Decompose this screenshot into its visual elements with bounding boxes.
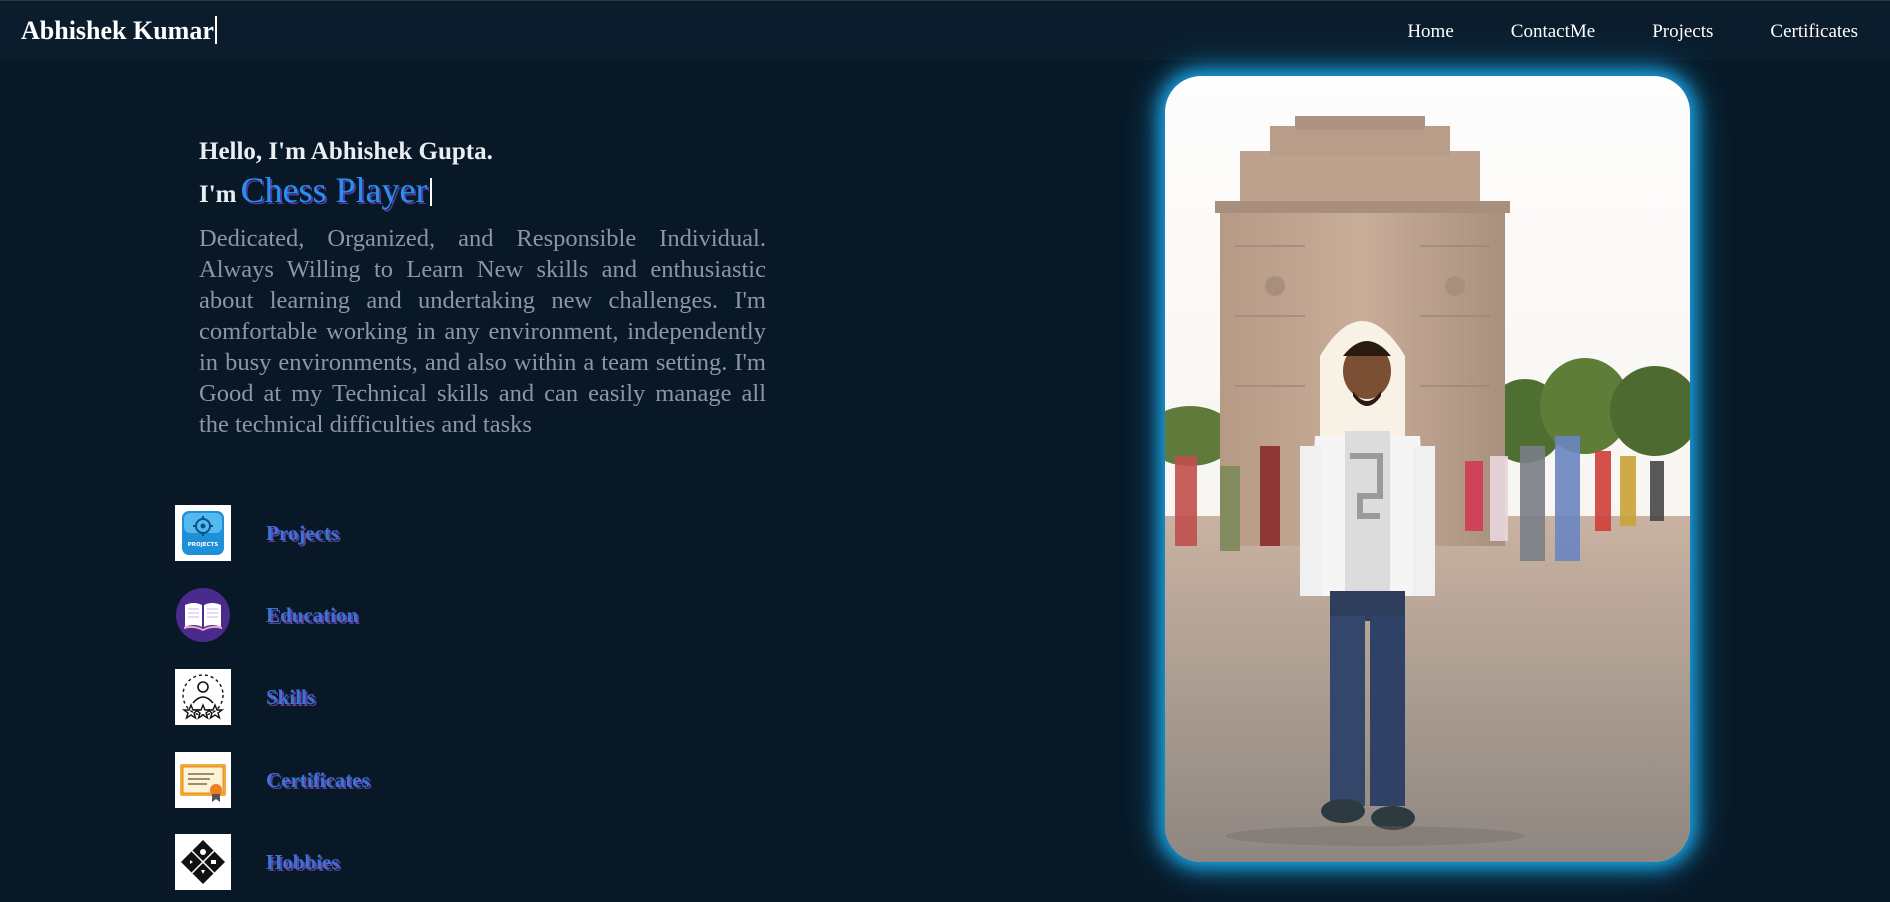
quick-link-hobbies[interactable]: Hobbies bbox=[175, 834, 475, 890]
quick-link-education[interactable]: Education bbox=[175, 587, 475, 643]
nav-link-certificates[interactable]: Certificates bbox=[1770, 21, 1858, 43]
quick-link-label: Skills bbox=[266, 684, 316, 709]
quick-link-certificates[interactable]: Certificates bbox=[175, 752, 475, 808]
role-prefix: I'm bbox=[199, 181, 237, 208]
quick-link-label: Projects bbox=[266, 520, 340, 545]
top-navbar: Abhishek Kumar Home ContactMe Projects C… bbox=[0, 2, 1890, 60]
nav-link-contactme[interactable]: ContactMe bbox=[1511, 21, 1595, 43]
quick-link-label: Education bbox=[266, 602, 359, 627]
projects-icon-text: PROJECTS bbox=[188, 542, 219, 548]
brand-title[interactable]: Abhishek Kumar bbox=[21, 16, 217, 46]
role-line: I'm Chess Player bbox=[199, 169, 433, 211]
portfolio-page: Abhishek Kumar Home ContactMe Projects C… bbox=[0, 0, 1890, 902]
typing-caret bbox=[430, 178, 433, 206]
hobbies-icon bbox=[175, 834, 231, 890]
certificate-icon bbox=[175, 752, 231, 808]
quick-link-label: Certificates bbox=[266, 767, 370, 792]
quick-link-skills[interactable]: Skills bbox=[175, 669, 475, 725]
nav-link-projects[interactable]: Projects bbox=[1652, 21, 1713, 43]
typing-caret bbox=[214, 16, 217, 44]
brand-name: Abhishek Kumar bbox=[21, 16, 214, 45]
nav-link-home[interactable]: Home bbox=[1407, 21, 1453, 43]
role-typed-word: Chess Player bbox=[240, 170, 428, 210]
quick-link-projects[interactable]: PROJECTS Projects bbox=[175, 505, 475, 561]
profile-photo bbox=[1165, 76, 1690, 862]
projects-icon: PROJECTS bbox=[175, 505, 231, 561]
skills-person-stars-icon bbox=[175, 669, 231, 725]
open-book-icon bbox=[175, 587, 231, 643]
nav-links: Home ContactMe Projects Certificates bbox=[1350, 21, 1858, 43]
bio-paragraph: Dedicated, Organized, and Responsible In… bbox=[199, 225, 766, 438]
greeting-heading: Hello, I'm Abhishek Gupta. bbox=[199, 138, 493, 165]
quick-link-label: Hobbies bbox=[266, 849, 340, 874]
